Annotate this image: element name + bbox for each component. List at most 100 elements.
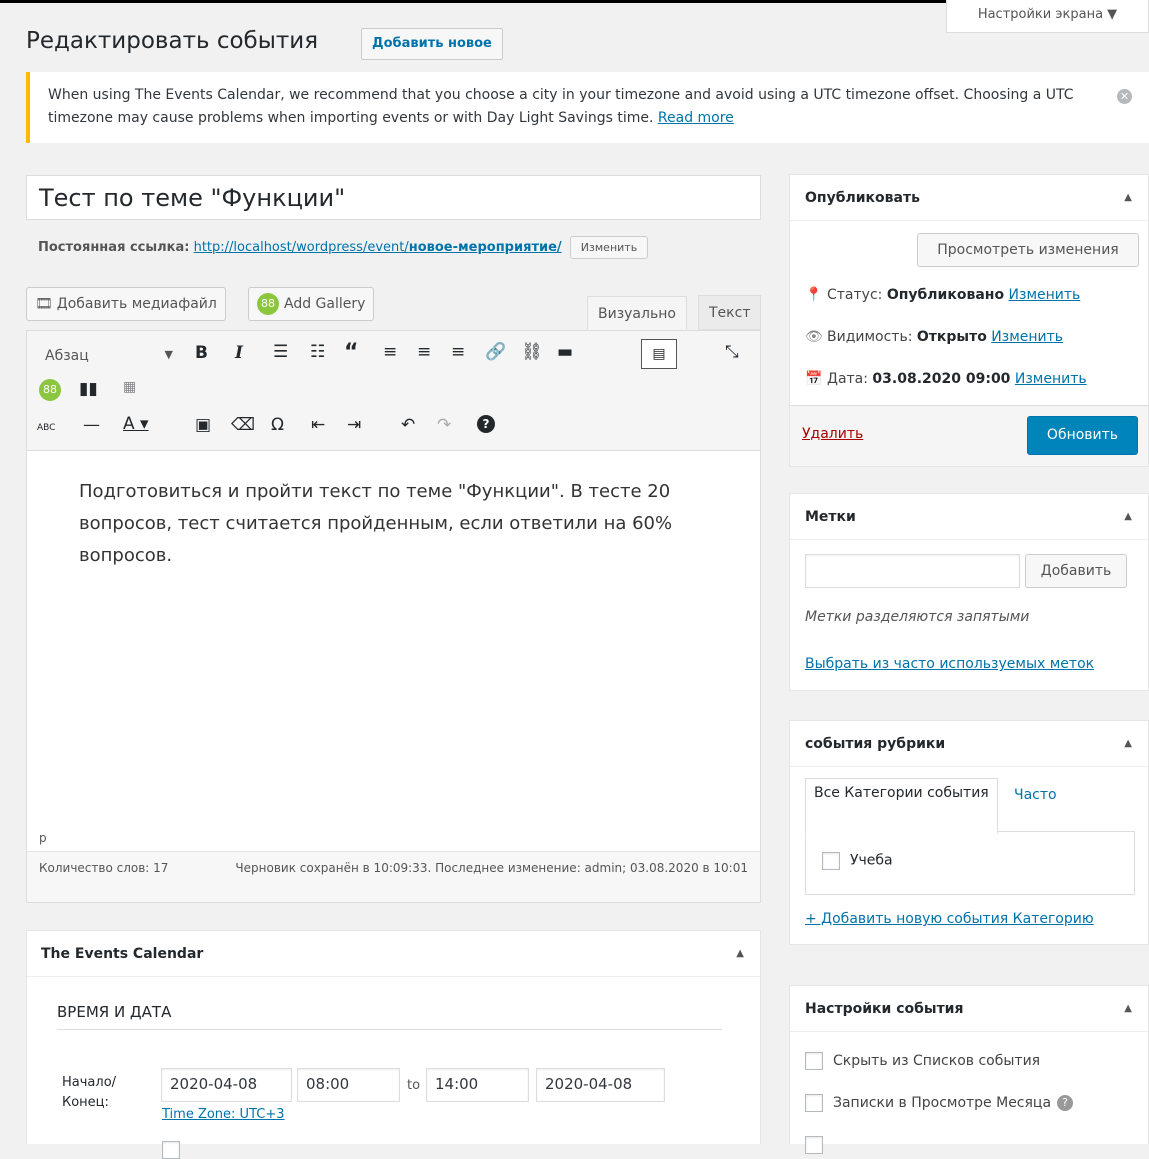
word-count: Количество слов: 17 — [39, 861, 169, 875]
event-setting-row — [805, 1136, 833, 1154]
align-center-icon[interactable]: ≡ — [417, 342, 431, 362]
collapse-icon: ▲ — [1124, 1003, 1132, 1014]
date-edit-link[interactable]: Изменить — [1015, 371, 1087, 387]
blockquote-icon[interactable]: “ — [344, 340, 358, 365]
tab-all-categories[interactable]: Все Категории события — [805, 778, 998, 834]
chart-icon[interactable]: ▮▮ — [79, 379, 98, 399]
delete-link[interactable]: Удалить — [802, 426, 863, 442]
bold-icon[interactable]: B — [195, 343, 208, 363]
clear-formatting-icon[interactable]: ⌫ — [231, 415, 255, 435]
permalink: Постоянная ссылка: http://localhost/word… — [38, 236, 649, 259]
tags-header[interactable]: Метки ▲ — [790, 494, 1148, 540]
editor-status-bar: Количество слов: 17 Черновик сохранён в … — [27, 851, 760, 902]
visibility-edit-link[interactable]: Изменить — [991, 329, 1063, 345]
redo-icon[interactable]: ↷ — [437, 415, 451, 435]
publish-header[interactable]: Опубликовать ▲ — [790, 175, 1148, 221]
events-calendar-header[interactable]: The Events Calendar ▲ — [27, 931, 760, 977]
event-settings-header[interactable]: Настройки события ▲ — [790, 986, 1148, 1032]
toolbar-toggle-icon[interactable]: ▤ — [641, 339, 677, 369]
event-categories-box: события рубрики ▲ Все Категории события Ч… — [789, 720, 1149, 945]
visibility-row: 👁 Видимость: Открыто Изменить — [805, 329, 1064, 345]
add-media-button[interactable]: 🎞 Добавить медиафайл — [26, 287, 226, 321]
special-character-icon[interactable]: Ω — [271, 415, 284, 435]
events-calendar-box: The Events Calendar ▲ ВРЕМЯ И ДАТА Начало… — [26, 930, 761, 1159]
permalink-edit-button[interactable]: Изменить — [569, 236, 649, 259]
pin-icon: 📍 — [805, 287, 823, 303]
categories-header[interactable]: события рубрики ▲ — [790, 721, 1148, 767]
screen-options-button[interactable]: Настройки экрана ▼ — [946, 0, 1149, 33]
end-date-input[interactable]: 2020-04-08 — [536, 1068, 665, 1102]
fullscreen-icon[interactable]: ⤡ — [725, 342, 739, 362]
paste-text-icon[interactable]: ▣ — [195, 415, 211, 435]
media-icon: 🎞 — [35, 296, 53, 312]
add-gallery-button[interactable]: 88 Add Gallery — [248, 287, 375, 321]
collapse-icon: ▲ — [736, 948, 744, 959]
event-settings-box: Настройки события ▲ Скрыть из Списков соб… — [789, 985, 1149, 1154]
calendar-icon: 📅 — [805, 371, 823, 387]
align-right-icon[interactable]: ≡ — [451, 342, 465, 362]
add-tag-button[interactable]: Добавить — [1025, 554, 1127, 588]
tags-hint: Метки разделяются запятыми — [805, 609, 1030, 625]
tags-input[interactable] — [805, 554, 1020, 588]
gallery-icon: 88 — [257, 293, 279, 315]
hide-from-lists-checkbox[interactable] — [805, 1052, 823, 1070]
start-date-input[interactable]: 2020-04-08 — [161, 1068, 292, 1102]
category-checkbox[interactable] — [822, 852, 840, 870]
timezone-link[interactable]: Time Zone: UTC+3 — [162, 1107, 285, 1122]
editor-toolbar: Абзац ▼ B I ☰ ☷ “ ≡ ≡ ≡ 🔗 ⛓ ▬ ▤ ⤡ 88 ▮▮ ▦… — [27, 331, 760, 451]
tab-visual[interactable]: Визуально — [587, 296, 687, 330]
tags-box: Метки ▲ Добавить Метки разделяются запяты… — [789, 493, 1149, 691]
post-title-input[interactable]: Тест по теме "Функции" — [26, 175, 761, 220]
link-icon[interactable]: 🔗 — [485, 342, 506, 362]
outdent-icon[interactable]: ⇤ — [311, 415, 325, 435]
read-more-icon[interactable]: ▬ — [557, 342, 573, 362]
notice-text: When using The Events Calendar, we recom… — [48, 87, 1074, 126]
italic-icon[interactable]: I — [235, 343, 243, 363]
time-date-heading: ВРЕМЯ И ДАТА — [57, 1003, 722, 1030]
editor: Абзац ▼ B I ☰ ☷ “ ≡ ≡ ≡ 🔗 ⛓ ▬ ▤ ⤡ 88 ▮▮ ▦… — [26, 330, 761, 903]
help-icon[interactable]: ? — [477, 415, 495, 433]
undo-icon[interactable]: ↶ — [401, 415, 415, 435]
permalink-link[interactable]: http://localhost/wordpress/event/новое-м… — [194, 240, 562, 255]
text-color-icon[interactable]: A ▾ — [123, 414, 149, 434]
timezone-notice: When using The Events Calendar, we recom… — [26, 72, 1149, 143]
publish-box: Опубликовать ▲ Просмотреть изменения 📍 Ста… — [789, 174, 1149, 467]
format-select[interactable]: Абзац ▼ — [35, 343, 181, 371]
autosave-status: Черновик сохранён в 10:09:33. Последнее … — [235, 861, 748, 875]
gallery-icon[interactable]: 88 — [39, 379, 61, 401]
align-left-icon[interactable]: ≡ — [383, 342, 397, 362]
horizontal-line-icon[interactable]: — — [83, 415, 100, 435]
categories-list: Учеба — [805, 831, 1135, 895]
unlink-icon[interactable]: ⛓ — [521, 342, 543, 362]
collapse-icon: ▲ — [1124, 738, 1132, 749]
end-time-input[interactable]: 14:00 — [426, 1068, 529, 1102]
editor-content[interactable]: Подготовиться и пройти текст по теме "Фу… — [79, 476, 699, 572]
choose-tags-link[interactable]: Выбрать из часто используемых меток — [805, 656, 1094, 672]
dismiss-icon[interactable]: ✕ — [1117, 89, 1132, 104]
preview-changes-button[interactable]: Просмотреть изменения — [917, 233, 1139, 267]
sticky-month-checkbox[interactable] — [805, 1094, 823, 1112]
help-icon[interactable]: ? — [1057, 1095, 1074, 1111]
to-label: to — [407, 1078, 421, 1093]
start-time-input[interactable]: 08:00 — [297, 1068, 400, 1102]
publish-actions: Удалить Обновить — [790, 405, 1148, 466]
table-icon[interactable]: ▦ — [123, 379, 136, 395]
bullet-list-icon[interactable]: ☰ — [273, 342, 288, 362]
update-button[interactable]: Обновить — [1027, 416, 1138, 455]
event-setting-row: Скрыть из Списков события — [805, 1052, 1040, 1070]
add-category-link[interactable]: + Добавить новую события Категорию — [805, 911, 1094, 927]
category-label: Учеба — [850, 852, 893, 869]
indent-icon[interactable]: ⇥ — [347, 415, 361, 435]
strikethrough-icon[interactable]: ABC — [37, 423, 55, 433]
collapse-icon: ▲ — [1124, 511, 1132, 522]
notice-read-more-link[interactable]: Read more — [658, 110, 734, 126]
add-new-button[interactable]: Добавить новое — [361, 28, 503, 60]
featured-checkbox[interactable] — [805, 1136, 823, 1154]
status-edit-link[interactable]: Изменить — [1009, 287, 1081, 303]
tab-popular-label-1[interactable]: Часто — [1014, 784, 1057, 806]
tab-text[interactable]: Текст — [698, 295, 762, 330]
page-title: Редактировать события — [26, 28, 319, 54]
date-row: 📅 Дата: 03.08.2020 09:00 Изменить — [805, 371, 1087, 387]
eye-icon: 👁 — [805, 329, 823, 345]
numbered-list-icon[interactable]: ☷ — [310, 342, 325, 362]
